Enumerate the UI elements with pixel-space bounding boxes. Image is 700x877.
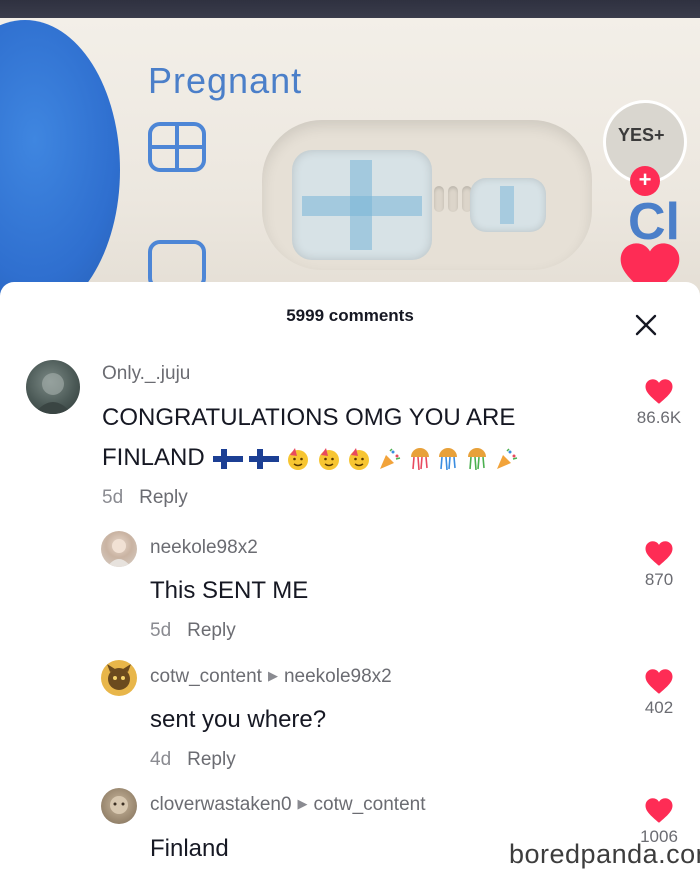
comment-text-line: FINLAND bbox=[102, 438, 582, 479]
comment-like-icon[interactable] bbox=[644, 378, 674, 405]
confetti-ball-icon bbox=[439, 448, 458, 471]
comment-like-count: 870 bbox=[644, 570, 674, 589]
comment-text: This SENT ME bbox=[150, 577, 309, 604]
comment-text-line: CONGRATULATIONS OMG YOU ARE bbox=[102, 404, 516, 431]
comment-text: sent you where? bbox=[150, 706, 327, 733]
comment-username[interactable]: cotw_content bbox=[150, 666, 262, 687]
window-notches bbox=[432, 186, 472, 216]
comment-username[interactable]: neekole98x2 bbox=[150, 537, 258, 559]
comment-age: 5d bbox=[150, 620, 172, 641]
comment-username: cloverwastaken0 ▶ cotw_content bbox=[150, 794, 426, 816]
finland-flag-icon bbox=[212, 449, 243, 470]
comment-like-icon[interactable] bbox=[644, 797, 674, 824]
reply-arrow-icon: ▶ bbox=[267, 668, 278, 683]
avatar-badge-text: YES+ bbox=[618, 125, 665, 145]
finland-flag-icon bbox=[249, 449, 280, 470]
avatar[interactable] bbox=[101, 788, 137, 824]
comment-age: 4d bbox=[150, 749, 172, 770]
comments-count-title: 5999 comments bbox=[286, 306, 414, 325]
watermark: boredpanda.com bbox=[509, 839, 700, 869]
comment-text-word: FINLAND bbox=[102, 444, 205, 471]
video-background: Pregnant YES+ + Cl bbox=[0, 0, 700, 300]
comment-text: CONGRATULATIONS OMG YOU ARE FINLAND bbox=[102, 398, 582, 479]
reply-to-username[interactable]: cotw_content bbox=[314, 794, 426, 815]
party-popper-icon bbox=[380, 448, 401, 470]
comment-text: Finland bbox=[150, 835, 229, 862]
party-face-icon bbox=[318, 448, 339, 471]
avatar[interactable] bbox=[101, 660, 137, 696]
comment-username[interactable]: Only._.juju bbox=[102, 363, 190, 385]
comment-like-icon[interactable] bbox=[644, 668, 674, 695]
result-window bbox=[292, 150, 432, 260]
party-face-icon bbox=[288, 448, 309, 471]
comment-like-count: 402 bbox=[644, 698, 674, 717]
reply-button[interactable]: Reply bbox=[187, 620, 236, 641]
comment-username[interactable]: cloverwastaken0 bbox=[150, 794, 292, 815]
comment-meta: 5d Reply bbox=[102, 487, 188, 509]
comment-like-count: 86.6K bbox=[636, 408, 682, 427]
comment-username: cotw_content ▶ neekole98x2 bbox=[150, 666, 392, 688]
reply-button[interactable]: Reply bbox=[139, 487, 188, 508]
confetti-ball-icon bbox=[468, 448, 487, 471]
party-popper-icon bbox=[496, 448, 517, 470]
emoji-run bbox=[212, 439, 519, 479]
reply-button[interactable]: Reply bbox=[187, 749, 236, 770]
comment-meta: 5d Reply bbox=[150, 620, 236, 642]
close-icon[interactable] bbox=[633, 312, 659, 338]
comment-meta: 4d Reply bbox=[150, 749, 236, 771]
confetti-ball-icon bbox=[410, 448, 429, 471]
avatar[interactable] bbox=[101, 531, 137, 567]
comment-like-icon[interactable] bbox=[644, 540, 674, 567]
reply-to-username[interactable]: neekole98x2 bbox=[284, 666, 392, 687]
reply-arrow-icon: ▶ bbox=[297, 796, 308, 811]
party-face-icon bbox=[349, 448, 370, 471]
control-window bbox=[470, 178, 546, 232]
comment-age: 5d bbox=[102, 487, 124, 508]
avatar[interactable] bbox=[26, 360, 80, 414]
plus-symbol-icon bbox=[148, 122, 206, 172]
test-brand-word: Pregnant bbox=[148, 60, 303, 101]
